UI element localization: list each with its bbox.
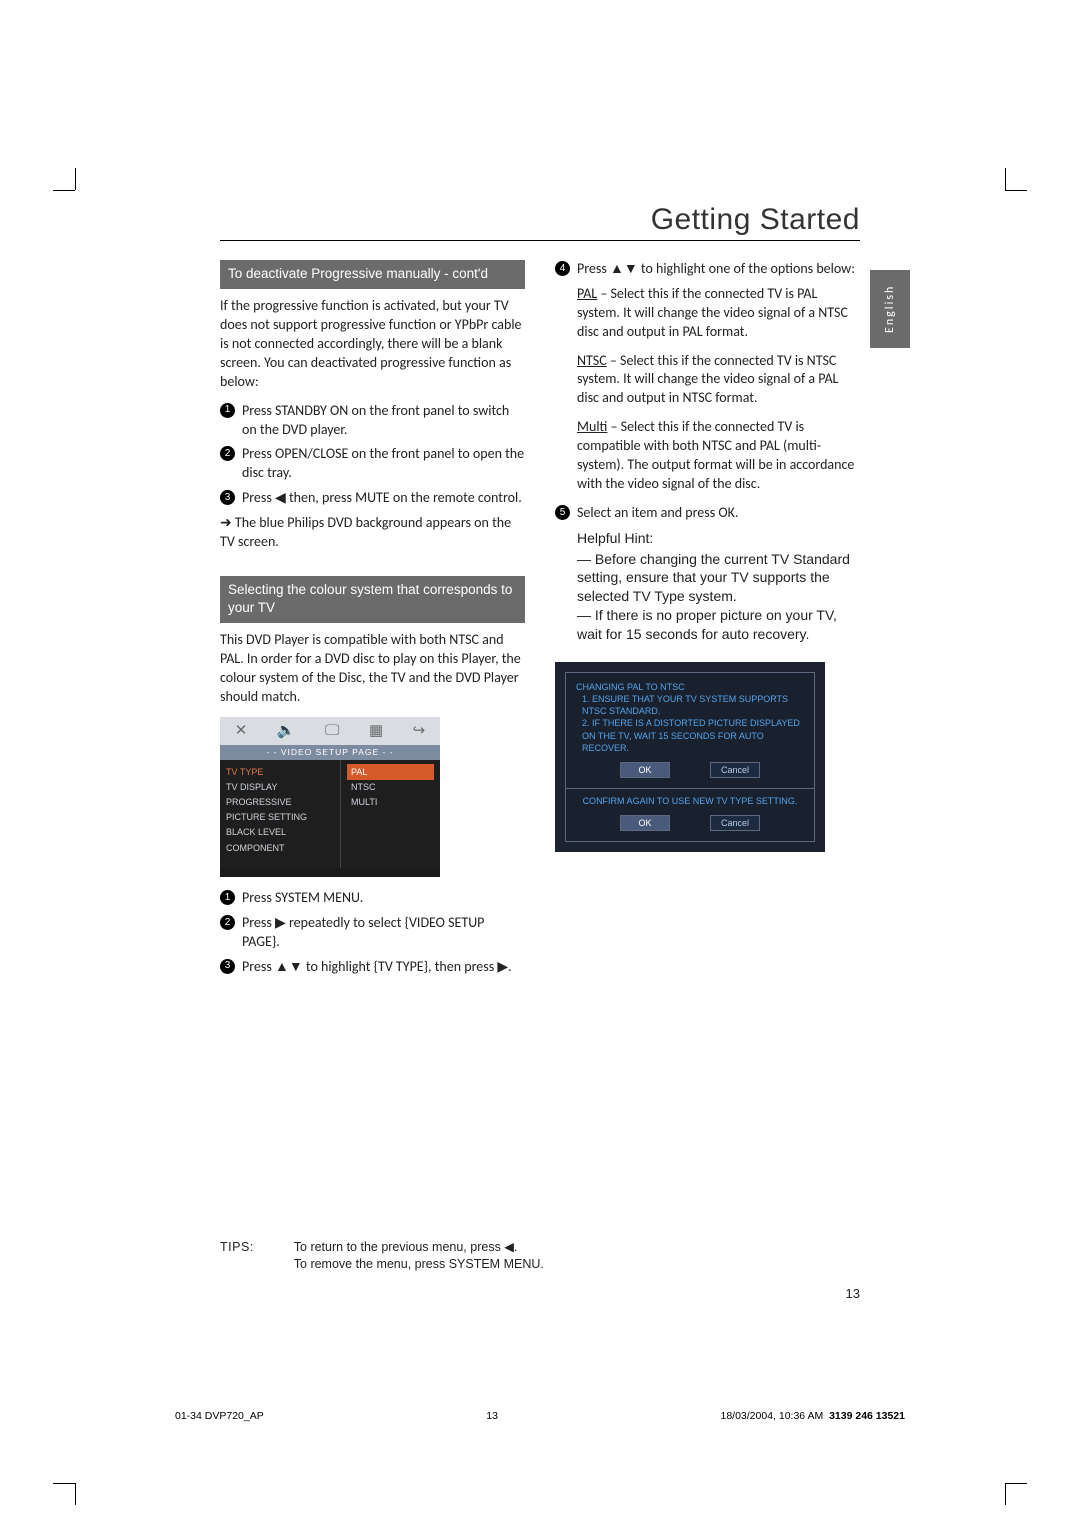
def-text: – Select this if the connected TV is PAL… — [577, 285, 848, 340]
term: PAL — [577, 285, 597, 302]
helpful-hint-line: — If there is no proper picture on your … — [577, 606, 860, 644]
confirm-line: 2. IF THERE IS A DISTORTED PICTURE DISPL… — [576, 717, 804, 753]
step: 2 Press ▶ repeatedly to select {VIDEO SET… — [220, 914, 525, 952]
osd-menu-item: PROGRESSIVE — [226, 795, 334, 810]
def-text: – Select this if the connected TV is com… — [577, 418, 854, 492]
step-text: Press OPEN/CLOSE on the front panel to o… — [242, 445, 524, 481]
step-text: Press ▲▼ to highlight {TV TYPE}, then pr… — [242, 958, 512, 975]
step: 1 Press STANDBY ON on the front panel to … — [220, 402, 525, 440]
step-number-icon: 2 — [220, 446, 235, 461]
video-icon: 🖵 — [325, 721, 339, 741]
footer-page: 13 — [486, 1409, 498, 1423]
intro-text: This DVD Player is compatible with both … — [220, 631, 525, 707]
select-item-step: 5 Select an item and press OK. — [555, 504, 860, 523]
grid-icon: ▦ — [369, 721, 383, 741]
step: 3 Press ▲▼ to highlight {TV TYPE}, then p… — [220, 958, 525, 977]
ok-button[interactable]: OK — [620, 815, 670, 831]
step-result: ➜ The blue Philips DVD background appear… — [220, 514, 525, 552]
tips-row: TIPS: To return to the previous menu, pr… — [220, 1239, 860, 1273]
left-column: To deactivate Progressive manually - con… — [220, 260, 525, 1228]
step: 2 Press OPEN/CLOSE on the front panel to … — [220, 445, 525, 483]
osd-menu-item: COMPONENT — [226, 840, 334, 855]
language-tab: English — [870, 270, 910, 348]
cancel-button[interactable]: Cancel — [710, 815, 760, 831]
step-number-icon: 3 — [220, 490, 235, 505]
step: 4 Press ▲▼ to highlight one of the option… — [555, 260, 860, 279]
intro-text: If the progressive function is activated… — [220, 297, 525, 391]
osd-menu: TV TYPE TV DISPLAY PROGRESSIVE PICTURE S… — [220, 760, 341, 868]
osd-tabs: ✕ 🔈 🖵 ▦ ↪ — [220, 717, 440, 745]
step-text: Press SYSTEM MENU. — [242, 889, 363, 906]
tools-icon: ✕ — [235, 721, 248, 741]
term: NTSC — [577, 352, 607, 369]
step: 3 Press ◀ then, press MUTE on the remote … — [220, 489, 525, 508]
confirm-title: CHANGING PAL TO NTSC — [576, 681, 804, 693]
step-text: Press ▲▼ to highlight one of the options… — [577, 260, 855, 277]
footer-doc-code: 01-34 DVP720_AP — [175, 1409, 264, 1423]
osd-options: PAL NTSC MULTI — [341, 760, 440, 868]
section-heading: Selecting the colour system that corresp… — [220, 576, 525, 623]
print-footer: 01-34 DVP720_AP 13 18/03/2004, 10:36 AM … — [175, 1409, 905, 1423]
osd-menu-item: TV TYPE — [226, 764, 334, 779]
confirm-text: CHANGING PAL TO NTSC 1. ENSURE THAT YOUR… — [566, 673, 814, 756]
osd-title-bar: - - VIDEO SETUP PAGE - - — [220, 745, 440, 760]
osd-menu-item: TV DISPLAY — [226, 780, 334, 795]
confirm-line: 1. ENSURE THAT YOUR TV SYSTEM SUPPORTS N… — [576, 693, 804, 717]
tips-line: To remove the menu, press SYSTEM MENU. — [294, 1256, 544, 1273]
select-colour-steps: 1 Press SYSTEM MENU. 2 Press ▶ repeatedly … — [220, 889, 525, 977]
step-number-icon: 2 — [220, 915, 235, 930]
step: 1 Press SYSTEM MENU. — [220, 889, 525, 908]
osd-menu-item: PICTURE SETTING — [226, 810, 334, 825]
ok-button[interactable]: OK — [620, 762, 670, 778]
footer-part-number: 3139 246 13521 — [829, 1410, 905, 1422]
tips-line: To return to the previous menu, press ◀. — [294, 1239, 544, 1256]
definition-multi: Multi – Select this if the connected TV … — [577, 418, 860, 494]
step-text: Select an item and press OK. — [577, 504, 738, 521]
video-setup-osd: ✕ 🔈 🖵 ▦ ↪ - - VIDEO SETUP PAGE - - TV TY… — [220, 717, 440, 877]
confirm-text: CONFIRM AGAIN TO USE NEW TV TYPE SETTING… — [566, 789, 814, 809]
step-number-icon: 4 — [555, 261, 570, 276]
page-title: Getting Started — [651, 200, 860, 241]
step-number-icon: 1 — [220, 403, 235, 418]
section-heading: To deactivate Progressive manually - con… — [220, 260, 525, 289]
osd-menu-item: BLACK LEVEL — [226, 825, 334, 840]
right-column: 4 Press ▲▼ to highlight one of the option… — [555, 260, 860, 1228]
step-text: Press STANDBY ON on the front panel to s… — [242, 402, 509, 438]
step-number-icon: 5 — [555, 505, 570, 520]
step: 5 Select an item and press OK. — [555, 504, 860, 523]
manual-page: Getting Started English To deactivate Pr… — [0, 0, 1080, 1528]
confirm-dialog: CHANGING PAL TO NTSC 1. ENSURE THAT YOUR… — [555, 662, 825, 852]
highlight-option-step: 4 Press ▲▼ to highlight one of the option… — [555, 260, 860, 279]
osd-option-selected: PAL — [347, 764, 434, 779]
tips-label: TIPS: — [220, 1239, 254, 1273]
helpful-hint-heading: Helpful Hint: — [577, 529, 860, 548]
definition-ntsc: NTSC – Select this if the connected TV i… — [577, 352, 860, 409]
cancel-button[interactable]: Cancel — [710, 762, 760, 778]
deactivate-steps: 1 Press STANDBY ON on the front panel to … — [220, 402, 525, 508]
def-text: – Select this if the connected TV is NTS… — [577, 352, 838, 407]
osd-option: MULTI — [347, 795, 434, 810]
helpful-hint-line: — Before changing the current TV Standar… — [577, 550, 860, 607]
page-number: 13 — [846, 1285, 860, 1303]
step-text: Press ◀ then, press MUTE on the remote c… — [242, 489, 522, 506]
exit-icon: ↪ — [413, 721, 426, 741]
footer-datetime: 18/03/2004, 10:36 AM — [720, 1410, 823, 1422]
step-number-icon: 1 — [220, 890, 235, 905]
osd-option: NTSC — [347, 780, 434, 795]
step-number-icon: 3 — [220, 959, 235, 974]
step-text: Press ▶ repeatedly to select {VIDEO SETU… — [242, 914, 484, 950]
term: Multi — [577, 418, 607, 435]
audio-icon: 🔈 — [277, 721, 296, 741]
definition-pal: PAL – Select this if the connected TV is… — [577, 285, 860, 342]
